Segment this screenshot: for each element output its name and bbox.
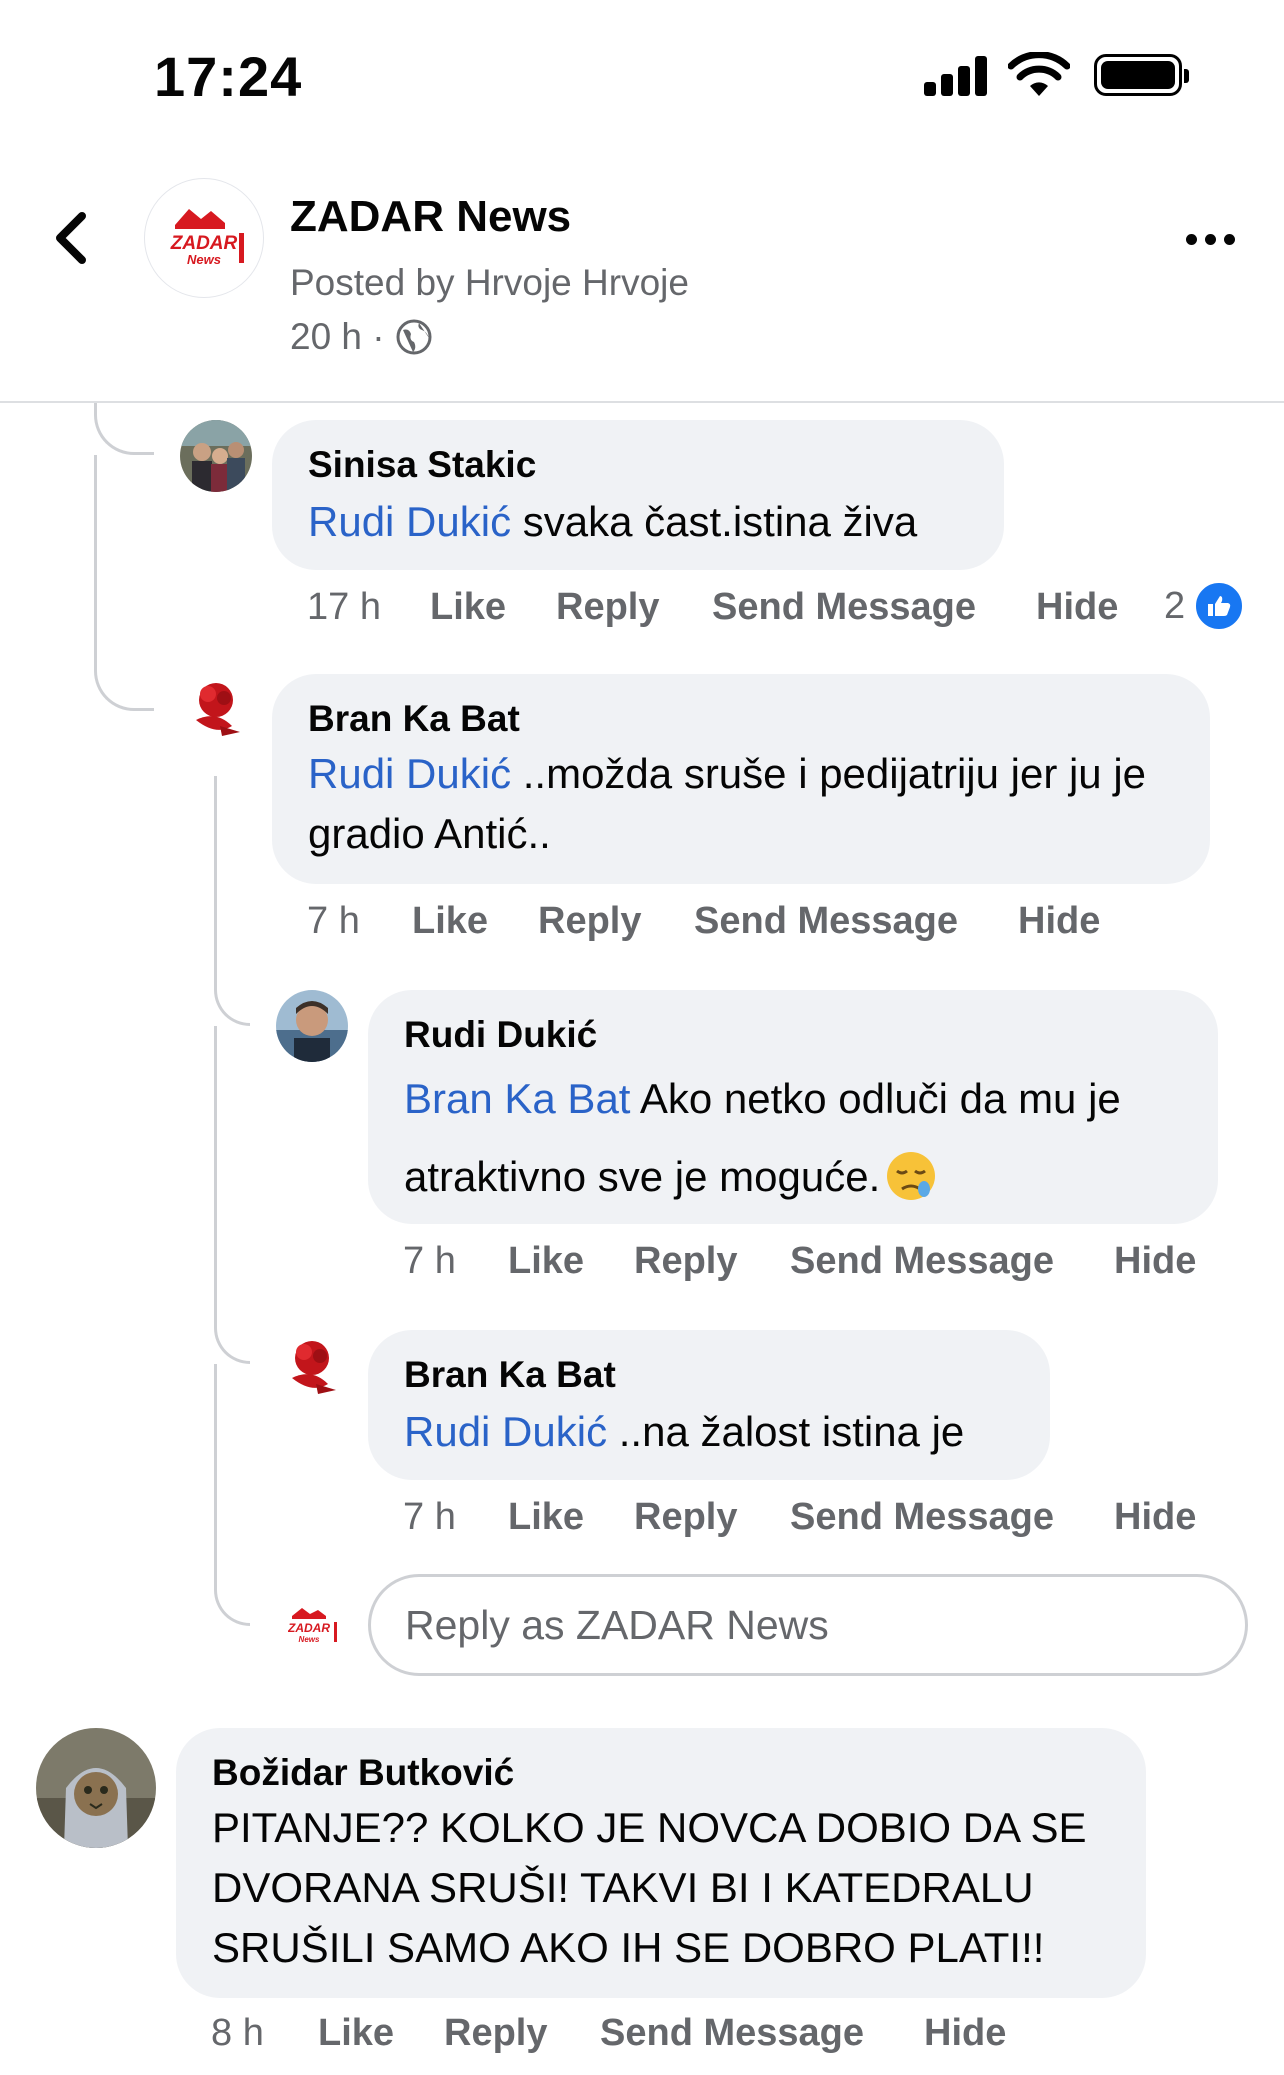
comment-time[interactable]: 7 h <box>403 1496 456 1539</box>
comment-time[interactable]: 8 h <box>211 2012 264 2055</box>
hide-button[interactable]: Hide <box>1036 586 1118 629</box>
battery-icon <box>1094 54 1189 96</box>
svg-text:News: News <box>299 1635 320 1644</box>
send-message-button[interactable]: Send Message <box>790 1496 1054 1539</box>
zadar-news-logo: ZADAR News <box>288 1608 337 1644</box>
post-meta: 20 h · <box>290 316 433 358</box>
comment-actions: 7 h Like Reply Send Message Hide <box>0 1496 1284 1546</box>
send-message-button[interactable]: Send Message <box>694 900 958 943</box>
reply-button[interactable]: Reply <box>634 1496 737 1539</box>
comment-bubble: Božidar Butković PITANJE?? KOLKO JE NOVC… <box>176 1728 1146 1998</box>
send-message-button[interactable]: Send Message <box>600 2012 864 2055</box>
reaction-count[interactable]: 2 <box>1164 580 1246 632</box>
comment-bubble: Sinisa Stakic Rudi Dukić svaka čast.isti… <box>272 420 1004 570</box>
like-button[interactable]: Like <box>318 2012 394 2055</box>
hide-button[interactable]: Hide <box>1114 1496 1196 1539</box>
thread-line <box>214 1364 250 1626</box>
like-button[interactable]: Like <box>508 1240 584 1283</box>
comment-text: Rudi Dukić ..na žalost istina je <box>404 1408 965 1455</box>
sad-face-icon <box>887 1152 936 1200</box>
thread-line <box>94 455 154 711</box>
page-name[interactable]: ZADAR News <box>290 192 571 242</box>
comment-actions: 17 h Like Reply Send Message Hide 2 <box>0 580 1284 636</box>
reply-input-placeholder: Reply as ZADAR News <box>405 1601 829 1648</box>
cellular-signal-icon <box>924 56 988 96</box>
reply-input[interactable]: Reply as ZADAR News <box>368 1574 1248 1676</box>
wifi-icon <box>1008 52 1070 96</box>
comment-mention[interactable]: Rudi Dukić <box>308 750 511 797</box>
like-button[interactable]: Like <box>508 1496 584 1539</box>
send-message-button[interactable]: Send Message <box>712 586 976 629</box>
post-age: 20 h · <box>290 316 385 357</box>
comment-bubble: Bran Ka Bat Rudi Dukić ..možda sruše i p… <box>272 674 1210 884</box>
svg-text:ZADAR: ZADAR <box>288 1621 330 1635</box>
like-button[interactable]: Like <box>412 900 488 943</box>
comment-text: Rudi Dukić svaka čast.istina živa <box>308 498 918 545</box>
thread-line <box>94 403 154 455</box>
comment-actions: 8 h Like Reply Send Message Hide <box>0 2012 1284 2062</box>
comment-author[interactable]: Bran Ka Bat <box>404 1354 616 1396</box>
comment-author[interactable]: Rudi Dukić <box>404 1014 597 1056</box>
back-arrow-icon[interactable] <box>50 210 90 266</box>
comment-mention[interactable]: Rudi Dukić <box>308 498 511 545</box>
hide-button[interactable]: Hide <box>1018 900 1100 943</box>
header-divider <box>0 401 1284 403</box>
avatar[interactable] <box>276 1330 348 1402</box>
comment-time[interactable]: 7 h <box>403 1240 456 1283</box>
comment-author[interactable]: Božidar Butković <box>212 1752 514 1794</box>
hide-button[interactable]: Hide <box>924 2012 1006 2055</box>
like-button[interactable]: Like <box>430 586 506 629</box>
comment-mention[interactable]: Bran Ka Bat <box>404 1075 630 1122</box>
status-time: 17:24 <box>154 45 303 108</box>
avatar[interactable] <box>276 990 348 1062</box>
reply-button[interactable]: Reply <box>538 900 641 943</box>
comment-mention[interactable]: Rudi Dukić <box>404 1408 607 1455</box>
comment-text: Rudi Dukić ..možda sruše i pedijatriju j… <box>308 750 1147 857</box>
thread-line <box>214 1026 250 1364</box>
avatar[interactable] <box>180 672 252 744</box>
avatar[interactable] <box>36 1728 156 1848</box>
reply-button[interactable]: Reply <box>444 2012 547 2055</box>
comment-time[interactable]: 17 h <box>307 586 381 629</box>
comment-actions: 7 h Like Reply Send Message Hide <box>0 1240 1284 1290</box>
more-options-icon[interactable] <box>1184 218 1238 258</box>
comment-bubble: Rudi Dukić Bran Ka Bat Ako netko odluči … <box>368 990 1218 1224</box>
thumbs-up-icon <box>1193 580 1246 632</box>
reply-button[interactable]: Reply <box>634 1240 737 1283</box>
page-avatar[interactable]: ZADAR News <box>144 178 264 298</box>
comment-bubble: Bran Ka Bat Rudi Dukić ..na žalost istin… <box>368 1330 1050 1480</box>
reply-button[interactable]: Reply <box>556 586 659 629</box>
globe-icon <box>396 319 432 355</box>
comment-time[interactable]: 7 h <box>307 900 360 943</box>
avatar[interactable] <box>180 420 252 492</box>
hide-button[interactable]: Hide <box>1114 1240 1196 1283</box>
comment-author[interactable]: Bran Ka Bat <box>308 698 520 740</box>
comment-author[interactable]: Sinisa Stakic <box>308 444 536 486</box>
svg-text:ZADAR: ZADAR <box>170 233 238 254</box>
send-message-button[interactable]: Send Message <box>790 1240 1054 1283</box>
comment-text: PITANJE?? KOLKO JE NOVCA DOBIO DA SE DVO… <box>212 1804 1087 1971</box>
comment-actions: 7 h Like Reply Send Message Hide <box>0 900 1284 950</box>
comment-text: Bran Ka Bat Ako netko odluči da mu je at… <box>404 1060 1204 1216</box>
svg-text:News: News <box>187 252 221 267</box>
posted-by: Posted by Hrvoje Hrvoje <box>290 262 689 303</box>
zadar-news-logo: ZADAR News <box>170 209 244 267</box>
